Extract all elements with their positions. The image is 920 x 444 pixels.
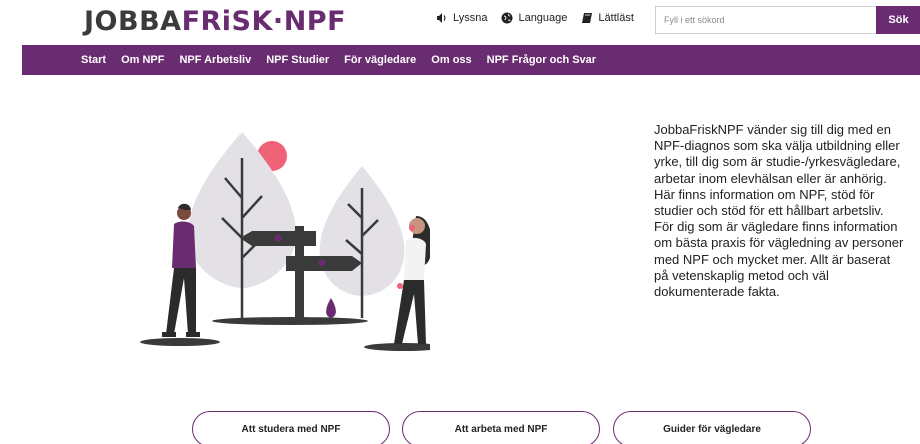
search-button[interactable]: Sök	[876, 6, 920, 34]
drop-shape	[326, 298, 336, 318]
headphone-dot	[409, 225, 415, 231]
listen-label: Lyssna	[453, 12, 488, 24]
listen-button[interactable]: Lyssna	[436, 12, 487, 24]
logo-dot: ·	[272, 5, 284, 37]
hand-dot	[397, 283, 403, 289]
nav-item-faq[interactable]: NPF Frågor och Svar	[487, 54, 596, 66]
header-tools: Lyssna Language Lättläst	[436, 12, 634, 24]
easy-read-label: Lättläst	[598, 12, 634, 24]
signpost-dot-1	[274, 234, 282, 242]
nav-item-for-vagledare[interactable]: För vägledare	[344, 54, 416, 66]
guides-for-counselors-button[interactable]: Guider för vägledare	[613, 411, 811, 444]
nav-item-npf-studier[interactable]: NPF Studier	[266, 54, 329, 66]
study-with-npf-button[interactable]: Att studera med NPF	[192, 411, 390, 444]
ground-shadow-center	[212, 317, 368, 325]
nav-item-om-npf[interactable]: Om NPF	[121, 54, 164, 66]
ground-shadow-left	[140, 338, 220, 346]
nav-item-start[interactable]: Start	[81, 54, 106, 66]
hero-illustration	[140, 132, 430, 351]
ground-shadow-right	[364, 343, 430, 351]
language-label: Language	[518, 12, 568, 24]
nav-item-om-oss[interactable]: Om oss	[431, 54, 471, 66]
book-icon	[582, 13, 593, 23]
logo-part-npf: NPF	[283, 5, 347, 37]
logo-part-frisk: FRiSK	[181, 5, 273, 37]
search-bar: Sök	[655, 6, 920, 34]
nav-item-npf-arbetsliv[interactable]: NPF Arbetsliv	[179, 54, 251, 66]
site-logo[interactable]: JOBBA FRiSK · NPF	[84, 5, 346, 37]
search-input[interactable]	[655, 6, 876, 34]
logo-part-jobba: JOBBA	[84, 5, 182, 37]
main-nav: Start Om NPF NPF Arbetsliv NPF Studier F…	[22, 45, 920, 75]
globe-icon	[501, 12, 513, 24]
header: JOBBA FRiSK · NPF Lyssna Language Lättläst …	[0, 0, 920, 44]
work-with-npf-button[interactable]: Att arbeta med NPF	[402, 411, 600, 444]
language-button[interactable]: Language	[501, 12, 567, 24]
easy-read-button[interactable]: Lättläst	[581, 12, 634, 24]
intro-text: JobbaFriskNPF vänder sig till dig med en…	[654, 122, 904, 300]
signpost-dot-2	[318, 259, 326, 267]
speaker-icon	[437, 13, 446, 23]
